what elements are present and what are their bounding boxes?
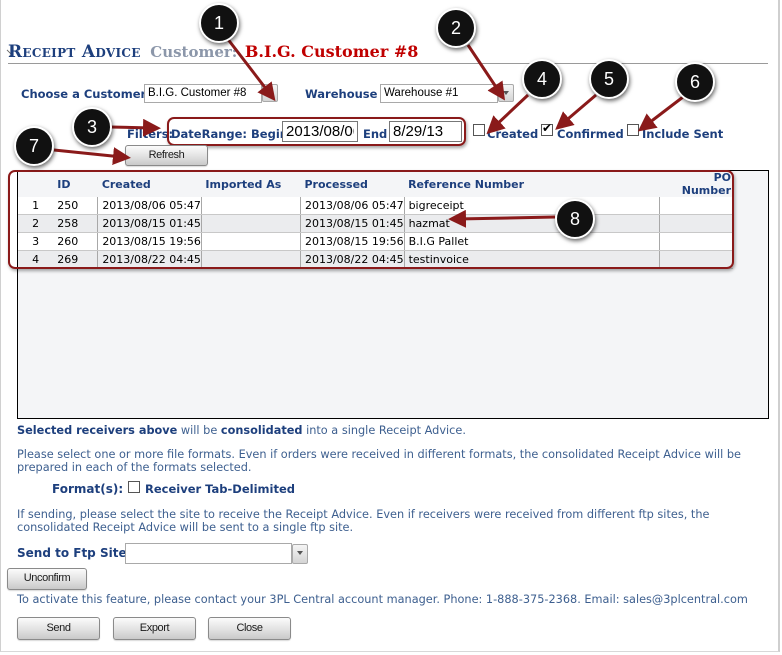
choose-customer-label: Choose a Customer [21, 87, 147, 101]
formats-instructions: Please select one or more file formats. … [17, 448, 741, 474]
customer-name: B.I.G. Customer #8 [244, 42, 419, 61]
annotation-highlight-grid [8, 170, 734, 269]
consolidate-text-1: will be [177, 424, 221, 437]
unconfirm-button[interactable]: Unconfirm [7, 568, 87, 590]
created-checkbox[interactable] [473, 124, 485, 136]
customer-dropdown-button[interactable] [262, 84, 278, 102]
ftp-site-label: Send to Ftp Site: [17, 546, 132, 560]
export-button[interactable]: Export [113, 617, 196, 640]
consolidate-bold-2: consolidated [220, 424, 303, 437]
callout-1: 1 [199, 3, 239, 43]
include-sent-checkbox-label: Include Sent [642, 127, 724, 141]
formats-label: Format(s): [52, 482, 124, 496]
ftp-instructions: If sending, please select the site to re… [17, 508, 710, 534]
title-divider [8, 63, 768, 64]
confirmed-checkbox[interactable] [541, 121, 553, 136]
callout-6: 6 [675, 62, 715, 102]
customer-label: Customer: [150, 43, 238, 61]
send-button[interactable]: Send [17, 617, 100, 640]
consolidate-note: Selected receivers above will be consoli… [17, 424, 767, 437]
customer-select[interactable]: B.I.G. Customer #8 [144, 84, 262, 103]
callout-7: 7 [14, 126, 54, 166]
consolidate-bold-1: Selected receivers above [17, 424, 178, 437]
title-text: Receipt Advice [8, 42, 141, 62]
receiver-tab-delimited-label: Receiver Tab-Delimited [145, 482, 295, 496]
created-checkbox-label: Created [487, 127, 539, 141]
callout-2: 2 [436, 8, 476, 48]
callout-8: 8 [555, 199, 595, 239]
warehouse-select[interactable]: Warehouse #1 [380, 84, 498, 103]
close-button[interactable]: Close [208, 617, 291, 640]
refresh-button[interactable]: Refresh [125, 145, 208, 166]
callout-3: 3 [72, 107, 112, 147]
confirmed-checkbox-label: Confirmed [557, 127, 624, 141]
callout-4: 4 [522, 59, 562, 99]
annotation-highlight-daterange [167, 117, 466, 146]
page-title: Receipt Advice Customer: B.I.G. Customer… [8, 42, 418, 62]
ftp-site-dropdown-button[interactable] [292, 544, 308, 564]
warehouse-label: Warehouse [305, 87, 378, 101]
receiver-tab-delimited-checkbox[interactable] [128, 481, 140, 493]
callout-5: 5 [589, 59, 629, 99]
activate-feature-note: To activate this feature, please contact… [17, 593, 748, 606]
include-sent-checkbox[interactable] [627, 124, 639, 136]
consolidate-text-2: into a single Receipt Advice. [302, 424, 466, 437]
ftp-site-select[interactable] [125, 543, 292, 564]
warehouse-dropdown-button[interactable] [498, 84, 514, 102]
